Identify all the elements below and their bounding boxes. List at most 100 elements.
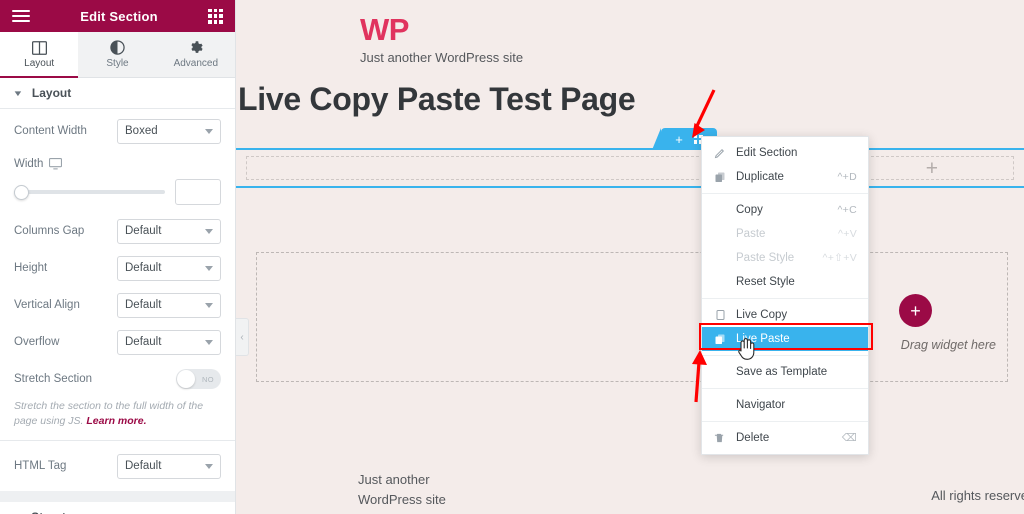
overflow-select[interactable]: Default <box>117 329 221 355</box>
chevron-down-icon <box>205 340 213 345</box>
section-empty-placeholder <box>246 156 1014 180</box>
context-menu-item-paste: Paste ^+V <box>702 222 868 246</box>
select-value: Default <box>125 299 162 311</box>
layout-controls: Content Width Boxed Width Columns Gap De… <box>0 109 235 392</box>
editor-panel: Edit Section Layout Style Advanced ▼ Lay… <box>0 0 236 514</box>
site-tagline: Just another WordPress site <box>360 49 524 65</box>
context-menu-item-copy[interactable]: Copy ^+C <box>702 198 868 222</box>
context-menu-label: Save as Template <box>736 366 828 378</box>
tab-advanced-label: Advanced <box>173 58 219 69</box>
control-label: Overflow <box>14 336 60 348</box>
add-widget-button[interactable]: + <box>899 294 932 327</box>
tab-style[interactable]: Style <box>78 32 157 77</box>
gear-icon <box>188 40 203 55</box>
content-width-select[interactable]: Boxed <box>117 118 221 144</box>
context-menu-label: Paste Style <box>736 252 795 264</box>
toggle-state-label: NO <box>201 374 214 384</box>
width-slider[interactable] <box>14 184 165 200</box>
context-menu-shortcut: ^+V <box>838 228 857 240</box>
context-menu-shortcut: ⌫ <box>841 432 857 444</box>
copy-icon <box>714 309 728 321</box>
selected-section[interactable]: + <box>236 148 1024 188</box>
trash-icon <box>714 432 728 444</box>
control-label: Content Width <box>14 125 87 137</box>
context-menu-item-reset-style[interactable]: Reset Style <box>702 270 868 294</box>
control-vertical-align: Vertical Align Default <box>14 292 221 318</box>
html-tag-controls: HTML Tag Default <box>0 441 235 480</box>
section-add-column-icon[interactable]: + <box>926 158 938 179</box>
context-menu-item-delete[interactable]: Delete ⌫ <box>702 426 868 450</box>
slider-track <box>14 190 165 194</box>
control-height: Height Default <box>14 255 221 281</box>
panel-collapse-handle[interactable]: ‹ <box>236 318 249 356</box>
stretch-section-toggle[interactable]: NO <box>176 369 221 389</box>
learn-more-link[interactable]: Learn more. <box>86 415 146 427</box>
context-menu-item-edit-section[interactable]: Edit Section <box>702 141 868 165</box>
layout-section-header[interactable]: ▼ Layout <box>0 78 235 109</box>
context-menu-divider <box>702 388 868 389</box>
context-menu-item-duplicate[interactable]: Duplicate ^+D <box>702 165 868 189</box>
control-label: HTML Tag <box>14 460 67 473</box>
chevron-down-icon <box>205 464 213 470</box>
context-menu-label: Paste <box>736 228 766 240</box>
footer-right-text: All rights reserve <box>931 488 1024 503</box>
control-width-header: Width <box>14 155 221 173</box>
grid-apps-icon[interactable] <box>208 8 223 24</box>
tab-advanced[interactable]: Advanced <box>156 32 235 77</box>
slider-knob[interactable] <box>14 184 29 200</box>
context-menu-shortcut: ^+⇧+V <box>822 252 857 264</box>
plus-icon[interactable]: + <box>675 133 683 146</box>
widget-drop-area[interactable] <box>256 252 1008 382</box>
screenshot-root: WP Just another WordPress site Live Copy… <box>0 0 1024 514</box>
control-label: Vertical Align <box>14 299 80 311</box>
hamburger-icon[interactable] <box>12 9 30 23</box>
panel-title: Edit Section <box>80 8 158 24</box>
context-menu-item-paste-style: Paste Style ^+⇧+V <box>702 246 868 270</box>
control-stretch-section: Stretch Section NO <box>14 366 221 392</box>
height-select[interactable]: Default <box>117 255 221 281</box>
layout-section-label: Layout <box>31 86 72 100</box>
columns-gap-select[interactable]: Default <box>117 218 221 244</box>
control-overflow: Overflow Default <box>14 329 221 355</box>
chevron-down-icon: ▼ <box>12 88 24 98</box>
context-menu-label: Delete <box>736 432 770 444</box>
structure-section-header[interactable]: ▶ Structure <box>0 502 235 514</box>
html-tag-select[interactable]: Default <box>117 453 221 479</box>
chevron-down-icon <box>205 229 213 234</box>
context-menu-item-navigator[interactable]: Navigator <box>702 393 868 417</box>
select-value: Default <box>125 262 162 274</box>
context-menu-item-live-copy[interactable]: Live Copy <box>702 303 868 327</box>
context-menu-item-live-paste[interactable]: Live Paste <box>702 327 868 351</box>
context-menu-item-save-as-template[interactable]: Save as Template <box>702 360 868 384</box>
chevron-down-icon <box>205 266 213 271</box>
select-value: Default <box>125 225 162 237</box>
context-menu-label: Reset Style <box>736 276 795 288</box>
select-value: Default <box>125 460 162 473</box>
editor-canvas: WP Just another WordPress site Live Copy… <box>236 0 1024 514</box>
pencil-icon <box>714 147 728 159</box>
width-label-text: Width <box>14 158 44 170</box>
select-value: Default <box>125 336 162 348</box>
toggle-knob <box>177 370 195 388</box>
control-label: Columns Gap <box>14 225 85 237</box>
context-menu-divider <box>702 298 868 299</box>
context-menu-label: Duplicate <box>736 171 784 183</box>
chevron-down-icon <box>205 303 213 308</box>
context-menu-label: Live Paste <box>736 333 790 345</box>
panel-gap-band <box>0 491 235 503</box>
select-value: Boxed <box>125 125 158 137</box>
stretch-section-help: Stretch the section to the full width of… <box>0 399 235 441</box>
site-logo: WP <box>360 12 409 47</box>
footer-left-text: Just another WordPress site <box>358 472 446 508</box>
context-menu-divider <box>702 355 868 356</box>
panel-tabs: Layout Style Advanced <box>0 32 235 78</box>
section-context-menu[interactable]: Edit Section Duplicate ^+D Copy ^+C Past… <box>701 136 869 455</box>
desktop-icon[interactable] <box>49 158 63 170</box>
context-menu-shortcut: ^+D <box>837 171 857 183</box>
vertical-align-select[interactable]: Default <box>117 292 221 318</box>
site-header: WP Just another WordPress site <box>236 0 1024 65</box>
context-menu-label: Navigator <box>736 399 786 411</box>
control-label: Stretch Section <box>14 373 92 385</box>
width-number-input[interactable] <box>175 179 221 205</box>
tab-layout[interactable]: Layout <box>0 32 79 78</box>
